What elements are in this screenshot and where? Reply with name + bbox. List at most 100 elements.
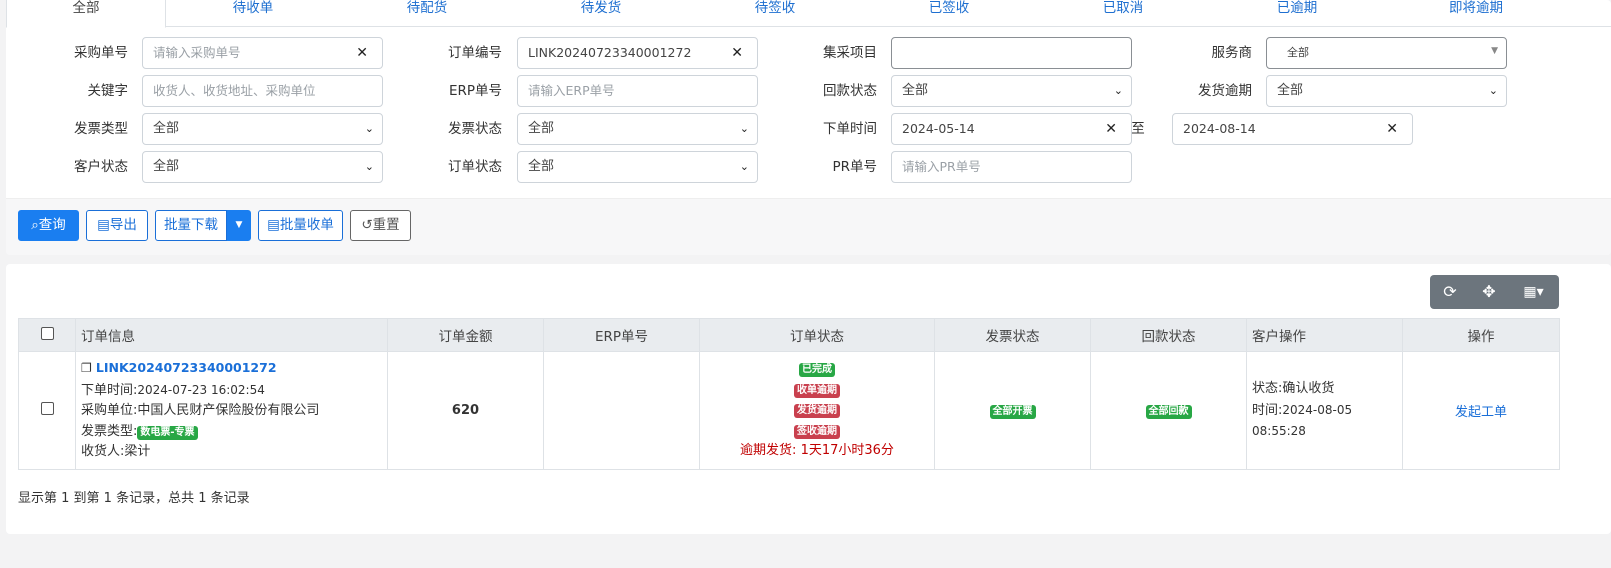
reset-button[interactable]: ↺重置 <box>350 210 411 241</box>
tab-pending-sign[interactable]: 待签收 <box>750 0 800 27</box>
provider-label: 服务商 <box>1211 45 1253 61</box>
keyword-input[interactable]: 收货人、收货地址、采购单位 <box>142 75 383 107</box>
chevron-down-icon: ⌄ <box>739 122 749 135</box>
tab-pending-receive[interactable]: 待收单 <box>228 0 278 27</box>
file-download-icon: ▤ <box>267 217 280 233</box>
tab-upcoming-overdue[interactable]: 即将逾期 <box>1446 0 1506 27</box>
col-order-amount: 订单金额 <box>387 318 544 352</box>
query-button[interactable]: ⌕查询 <box>18 210 79 241</box>
pagination-summary: 显示第 1 到第 1 条记录，总共 1 条记录 <box>18 491 250 506</box>
order-no-label: 订单编号 <box>448 45 502 61</box>
invoice-status-value: 全部 <box>528 121 555 136</box>
order-status-label: 订单状态 <box>448 159 502 175</box>
erp-no-input[interactable]: 请输入ERP单号 <box>517 75 758 107</box>
keyword-placeholder: 收货人、收货地址、采购单位 <box>153 83 316 98</box>
chevron-down-icon: ⌄ <box>1113 84 1123 97</box>
provider-value: 全部 <box>1287 46 1309 59</box>
clear-icon[interactable]: ✕ <box>356 38 368 68</box>
col-customer-action: 客户操作 <box>1246 318 1403 352</box>
order-time-end-value: 2024-08-14 <box>1183 121 1256 136</box>
clear-icon[interactable]: ✕ <box>1386 114 1398 144</box>
batch-receive-button[interactable]: ▤批量收单 <box>258 210 343 241</box>
customer-status-label: 客户状态 <box>74 159 128 175</box>
invoice-type-select[interactable]: 全部 ⌄ <box>142 113 383 145</box>
payback-status-badge: 全部回款 <box>1145 404 1192 419</box>
project-input[interactable] <box>891 37 1132 69</box>
po-no-input[interactable]: 请输入采购单号 ✕ <box>142 37 383 69</box>
tab-signed[interactable]: 已签收 <box>924 0 974 27</box>
tab-pending-allocate[interactable]: 待配货 <box>402 0 452 27</box>
order-time-end-input[interactable]: 2024-08-14 ✕ <box>1172 113 1413 145</box>
orders-table: 订单信息 订单金额 ERP单号 订单状态 发票状态 回款状态 客户操作 操作 ❐… <box>18 318 1560 470</box>
erp-no-label: ERP单号 <box>448 83 502 99</box>
status-tabs: 全部 待收单 待配货 待发货 待签收 已签收 已取消 已逾期 即将逾期 <box>6 0 1611 28</box>
col-order-info: 订单信息 <box>75 318 388 352</box>
order-no-link[interactable]: LINK20240723340001272 <box>96 360 277 375</box>
action-bar: ⌕查询 ▤导出 批量下载 ▼ ▤批量收单 ↺重置 <box>6 198 1611 255</box>
status-badge: 发货逾期 <box>794 404 840 419</box>
col-operation: 操作 <box>1402 318 1560 352</box>
invoice-status-badge: 全部开票 <box>989 404 1036 419</box>
project-label: 集采项目 <box>823 45 877 61</box>
order-status-select[interactable]: 全部 ⌄ <box>517 151 758 183</box>
status-badge: 签收逾期 <box>794 424 840 439</box>
move-icon[interactable]: ✥ <box>1470 275 1508 309</box>
columns-icon[interactable]: ▦▾ <box>1508 275 1559 309</box>
order-info-cell: ❐ LINK20240723340001272 下单时间:2024-07-23 … <box>75 351 388 470</box>
export-button[interactable]: ▤导出 <box>86 210 148 241</box>
order-no-input[interactable]: LINK20240723340001272 ✕ <box>517 37 758 69</box>
copy-icon[interactable]: ❐ <box>81 361 92 375</box>
payback-status-select[interactable]: 全部 ⌄ <box>891 75 1132 107</box>
status-badge: 收单逾期 <box>794 383 840 398</box>
receiver-line: 收货人:梁计 <box>81 444 151 460</box>
pr-no-label: PR单号 <box>832 159 877 175</box>
select-all-checkbox[interactable] <box>40 326 54 340</box>
tab-cancelled[interactable]: 已取消 <box>1098 0 1148 27</box>
tab-overdue[interactable]: 已逾期 <box>1272 0 1322 27</box>
po-no-placeholder: 请输入采购单号 <box>153 45 241 60</box>
row-select-cell <box>18 351 76 470</box>
order-status-value: 全部 <box>528 159 555 174</box>
customer-status-select[interactable]: 全部 ⌄ <box>142 151 383 183</box>
batch-download-dropdown-toggle[interactable]: ▼ <box>227 210 251 241</box>
keyword-label: 关键字 <box>87 83 129 99</box>
chevron-down-icon: ⌄ <box>364 160 374 173</box>
customer-status-value: 全部 <box>153 159 180 174</box>
refresh-icon[interactable]: ⟳ <box>1430 275 1470 309</box>
order-time-line: 下单时间:2024-07-23 16:02:54 <box>81 382 265 398</box>
invoice-type-badge: 数电票-专票 <box>137 425 198 440</box>
order-time-start-value: 2024-05-14 <box>902 121 975 136</box>
order-time-label: 下单时间 <box>823 121 877 137</box>
status-badge: 已完成 <box>799 363 835 378</box>
batch-download-button[interactable]: 批量下载 <box>155 210 227 241</box>
invoice-type-value: 全部 <box>153 121 180 136</box>
pr-no-input[interactable]: 请输入PR单号 <box>891 151 1132 183</box>
ship-overdue-select[interactable]: 全部 ⌄ <box>1266 75 1507 107</box>
date-range-separator: 至 <box>1131 121 1145 137</box>
row-checkbox[interactable] <box>40 402 54 415</box>
ship-overdue-label: 发货逾期 <box>1198 83 1252 99</box>
search-icon: ⌕ <box>31 217 39 233</box>
order-time-start-input[interactable]: 2024-05-14 ✕ <box>891 113 1132 145</box>
create-ticket-link[interactable]: 发起工单 <box>1455 405 1507 420</box>
undo-icon: ↺ <box>361 217 373 233</box>
operation-cell: 发起工单 <box>1402 351 1560 470</box>
clear-icon[interactable]: ✕ <box>1105 114 1117 144</box>
provider-select[interactable]: 全部 ▼ <box>1266 37 1507 69</box>
invoice-status-select[interactable]: 全部 ⌄ <box>517 113 758 145</box>
caret-down-icon: ▼ <box>1491 46 1498 56</box>
results-panel: ⟳ ✥ ▦▾ 订单信息 订单金额 ERP单号 订单状态 发票状态 回款状态 客户… <box>6 264 1611 534</box>
table-toolbar: ⟳ ✥ ▦▾ <box>1430 275 1559 309</box>
clear-icon[interactable]: ✕ <box>731 38 743 68</box>
invoice-status-cell: 全部开票 <box>934 351 1091 470</box>
buyer-line: 采购单位:中国人民财产保险股份有限公司 <box>81 403 320 419</box>
erp-no-placeholder: 请输入ERP单号 <box>528 83 615 98</box>
col-payback-status: 回款状态 <box>1090 318 1247 352</box>
search-panel: 全部 待收单 待配货 待发货 待签收 已签收 已取消 已逾期 即将逾期 采购单号… <box>6 0 1611 255</box>
amount-cell: 620 <box>387 351 544 470</box>
po-no-label: 采购单号 <box>74 45 128 61</box>
col-erp-no: ERP单号 <box>543 318 700 352</box>
tab-all[interactable]: 全部 <box>6 0 166 28</box>
payback-status-value: 全部 <box>902 83 929 98</box>
tab-pending-ship[interactable]: 待发货 <box>576 0 626 27</box>
